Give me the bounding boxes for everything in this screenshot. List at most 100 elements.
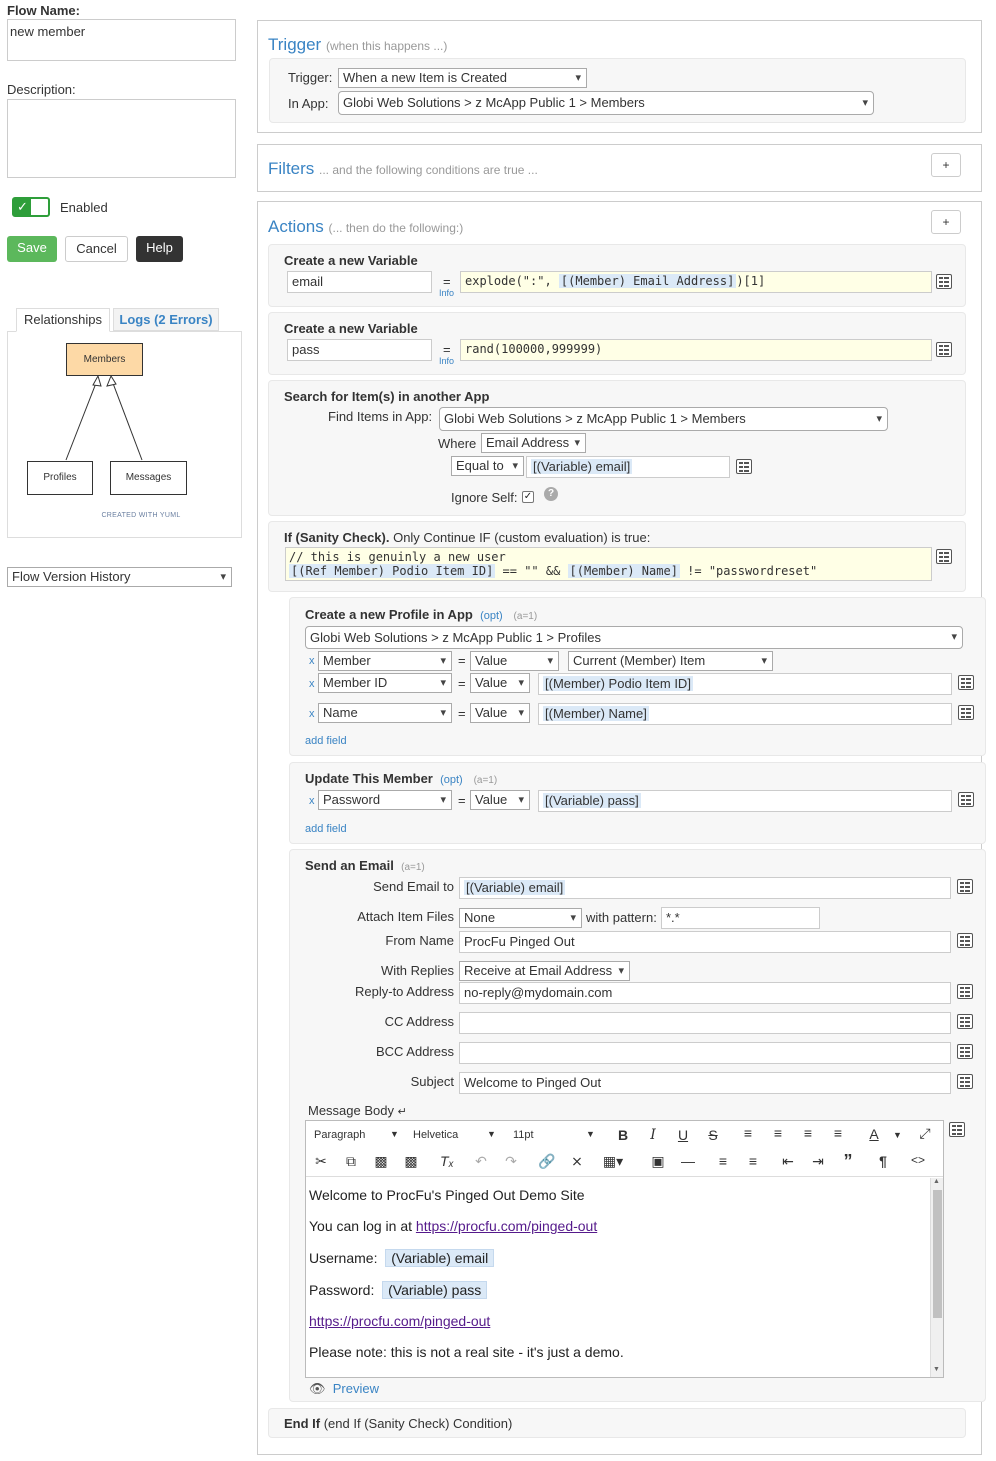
tab-logs[interactable]: Logs (2 Errors) <box>113 308 219 331</box>
profile-field-member-select[interactable]: Member <box>318 651 452 671</box>
subject-input[interactable]: Welcome to Pinged Out <box>459 1072 951 1094</box>
align-left-icon[interactable]: ≡ <box>737 1125 759 1141</box>
profile-row1-type-select[interactable]: Value <box>470 651 559 671</box>
profile-row1-value-select[interactable]: Current (Member) Item <box>568 651 773 671</box>
fullscreen-icon[interactable]: ⤢ <box>914 1125 936 1142</box>
profile-row3-type-select[interactable]: Value <box>470 703 530 723</box>
if-expression-input[interactable]: // this is genuinly a new user [(Ref Memb… <box>285 547 932 581</box>
trigger-select[interactable]: When a new Item is Created <box>338 68 587 88</box>
match-operator-select[interactable]: Equal to <box>451 456 524 476</box>
from-name-input[interactable]: ProcFu Pinged Out <box>459 931 951 953</box>
remove-field-member-id[interactable]: x <box>309 678 315 690</box>
body-token-picker-icon[interactable] <box>949 1122 965 1137</box>
trigger-app-select[interactable]: Globi Web Solutions > z McApp Public 1 >… <box>338 91 874 115</box>
paste-text-icon[interactable]: ▩ <box>400 1153 422 1170</box>
horizontal-rule-icon[interactable]: — <box>677 1153 699 1169</box>
remove-field-name[interactable]: x <box>309 708 315 720</box>
var1-name-input[interactable]: email <box>287 271 432 293</box>
cc-input[interactable] <box>459 1012 951 1034</box>
profile-add-field-link[interactable]: add field <box>305 735 347 747</box>
format-select[interactable]: Paragraph ▼ <box>314 1129 399 1141</box>
match-value-input[interactable]: [(Variable) email] <box>526 456 730 478</box>
with-replies-select[interactable]: Receive at Email Address <box>459 961 630 981</box>
site-link[interactable]: https://procfu.com/pinged-out <box>309 1313 490 1329</box>
strikethrough-icon[interactable]: S <box>702 1127 724 1143</box>
text-color-icon[interactable]: A <box>863 1126 885 1142</box>
cc-token-picker-icon[interactable] <box>957 1014 973 1029</box>
remove-field-member[interactable]: x <box>309 655 315 667</box>
bold-icon[interactable]: B <box>612 1127 634 1143</box>
update-row-type-select[interactable]: Value <box>470 790 530 810</box>
update-add-field-link[interactable]: add field <box>305 823 347 835</box>
profile-field-member-id-select[interactable]: Member ID <box>318 673 452 693</box>
var1-expression-input[interactable]: explode(":", [(Member) Email Address])[1… <box>460 271 932 293</box>
indent-icon[interactable]: ⇥ <box>807 1153 829 1170</box>
help-icon[interactable]: ? <box>544 487 558 501</box>
editor-content[interactable]: Welcome to ProcFu's Pinged Out Demo Site… <box>309 1185 924 1362</box>
copy-icon[interactable]: ⧉ <box>340 1153 362 1170</box>
cancel-button[interactable]: Cancel <box>65 236 128 262</box>
update-row-value-input[interactable]: [(Variable) pass] <box>538 790 952 812</box>
table-icon[interactable]: ▦▾ <box>602 1153 624 1170</box>
profile-row3-value-input[interactable]: [(Member) Name] <box>538 703 952 725</box>
help-button[interactable]: Help <box>136 236 183 262</box>
font-size-select[interactable]: 11pt ▼ <box>513 1129 598 1141</box>
numbered-list-icon[interactable]: ≡ <box>742 1153 764 1169</box>
align-right-icon[interactable]: ≡ <box>797 1125 819 1141</box>
bullet-list-icon[interactable]: ≡ <box>712 1153 734 1169</box>
remove-field-password[interactable]: x <box>309 795 315 807</box>
blockquote-icon[interactable]: ” <box>837 1151 859 1172</box>
outdent-icon[interactable]: ⇤ <box>777 1153 799 1170</box>
var2-token-picker-icon[interactable] <box>936 342 952 357</box>
link-icon[interactable]: 🔗 <box>536 1153 558 1170</box>
profile-row3-token-picker-icon[interactable] <box>958 705 974 720</box>
profile-row2-type-select[interactable]: Value <box>470 673 530 693</box>
find-items-app-select[interactable]: Globi Web Solutions > z McApp Public 1 >… <box>439 407 888 431</box>
var2-info-link[interactable]: Info <box>439 356 454 366</box>
flow-version-history-select[interactable]: Flow Version History <box>7 567 232 587</box>
add-filter-button[interactable]: + <box>931 153 961 177</box>
image-icon[interactable]: ▣ <box>647 1153 669 1170</box>
underline-icon[interactable]: U <box>672 1127 694 1143</box>
var2-expression-input[interactable]: rand(100000,999999) <box>460 339 932 361</box>
bcc-token-picker-icon[interactable] <box>957 1044 973 1059</box>
var1-info-link[interactable]: Info <box>439 288 454 298</box>
profile-app-select[interactable]: Globi Web Solutions > z McApp Public 1 >… <box>305 626 963 649</box>
from-name-token-picker-icon[interactable] <box>957 933 973 948</box>
var2-name-input[interactable]: pass <box>287 339 432 361</box>
undo-icon[interactable]: ↶ <box>470 1153 492 1170</box>
enabled-toggle[interactable]: ✓ <box>12 197 50 217</box>
font-family-select[interactable]: Helvetica ▼ <box>413 1129 498 1141</box>
if-token-picker-icon[interactable] <box>936 549 952 564</box>
editor-scrollbar[interactable]: ▲ ▼ <box>930 1178 943 1377</box>
reply-to-token-picker-icon[interactable] <box>957 984 973 999</box>
editor-scrollbar-thumb[interactable] <box>933 1190 942 1318</box>
paste-icon[interactable]: ▩ <box>370 1153 392 1170</box>
subject-token-picker-icon[interactable] <box>957 1074 973 1089</box>
flow-name-input[interactable]: new member <box>7 19 236 61</box>
save-button[interactable]: Save <box>7 236 57 262</box>
paragraph-mark-icon[interactable]: ¶ <box>872 1153 894 1169</box>
align-justify-icon[interactable]: ≡ <box>827 1125 849 1141</box>
scroll-down-icon[interactable]: ▼ <box>933 1366 940 1373</box>
text-color-chevron-down-icon[interactable]: ▼ <box>893 1130 902 1140</box>
reply-to-input[interactable]: no-reply@mydomain.com <box>459 982 951 1004</box>
add-action-button[interactable]: + <box>931 210 961 234</box>
login-link[interactable]: https://procfu.com/pinged-out <box>416 1218 597 1234</box>
send-to-token-picker-icon[interactable] <box>957 879 973 894</box>
preview-link[interactable]: 👁 Preview <box>309 1381 379 1397</box>
search-token-picker-icon[interactable] <box>736 459 752 474</box>
profile-field-name-select[interactable]: Name <box>318 703 452 723</box>
var1-token-picker-icon[interactable] <box>936 274 952 289</box>
update-row-token-picker-icon[interactable] <box>958 792 974 807</box>
align-center-icon[interactable]: ≡ <box>767 1125 789 1141</box>
update-field-password-select[interactable]: Password <box>318 790 452 810</box>
source-code-icon[interactable]: <> <box>907 1153 929 1167</box>
description-input[interactable] <box>7 99 236 178</box>
italic-icon[interactable]: I <box>642 1127 664 1143</box>
profile-row2-value-input[interactable]: [(Member) Podio Item ID] <box>538 673 952 695</box>
where-field-select[interactable]: Email Address <box>481 433 586 453</box>
tab-relationships[interactable]: Relationships <box>16 308 110 332</box>
unlink-icon[interactable]: ⨯ <box>566 1153 588 1170</box>
cut-icon[interactable]: ✂ <box>310 1153 332 1170</box>
